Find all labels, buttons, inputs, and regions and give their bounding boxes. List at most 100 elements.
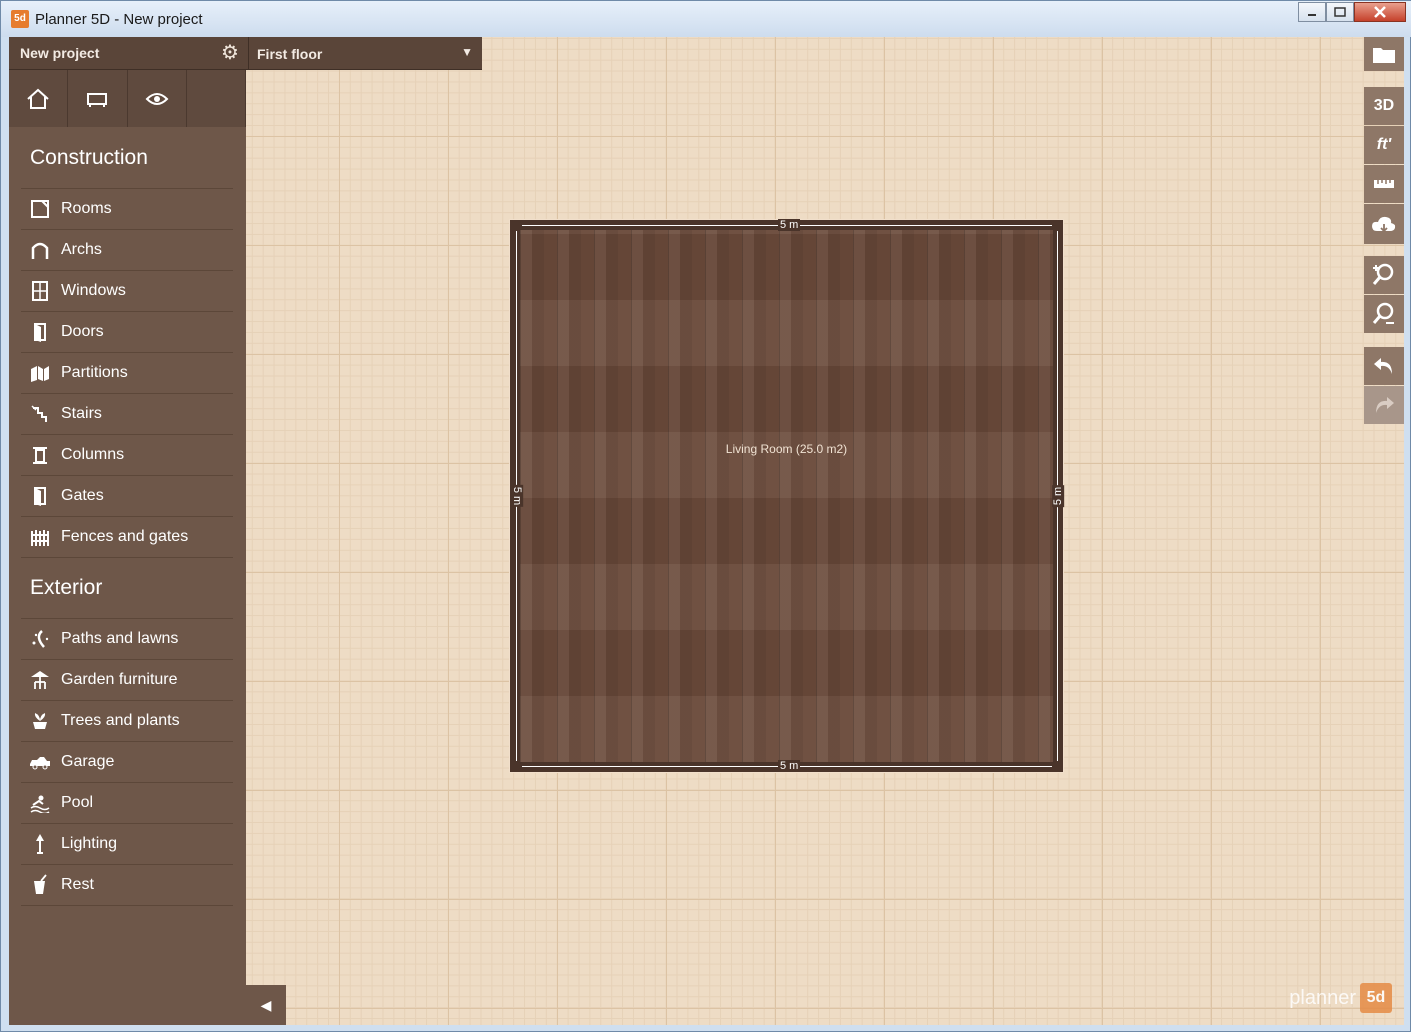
menu-item-lighting[interactable]: Lighting (21, 824, 233, 865)
ruler-button[interactable] (1364, 165, 1404, 203)
units-toggle-button[interactable]: ft' (1364, 126, 1404, 164)
exterior-title: Exterior (30, 576, 103, 599)
logo-text: planner (1289, 986, 1356, 1009)
gates-icon (29, 485, 51, 507)
menu-label: Rooms (61, 200, 112, 217)
menu-label: Doors (61, 323, 104, 340)
window-title: Planner 5D - New project (35, 11, 203, 28)
eye-icon (145, 92, 169, 105)
swimmer-icon (29, 792, 51, 814)
doors-icon (29, 321, 51, 343)
menu-item-rest[interactable]: Rest (21, 865, 233, 906)
menu-item-windows[interactable]: Windows (21, 271, 233, 312)
fences-icon (29, 526, 51, 548)
window-controls (1298, 2, 1406, 24)
menu-item-archs[interactable]: Archs (21, 230, 233, 271)
project-name[interactable]: New project (20, 45, 99, 61)
menu-item-stairs[interactable]: Stairs (21, 394, 233, 435)
view-3d-button[interactable]: 3D (1364, 87, 1404, 125)
menu-label: Lighting (61, 835, 118, 852)
partitions-icon (29, 362, 51, 384)
close-button[interactable] (1354, 2, 1406, 22)
mode-bar (9, 70, 246, 127)
menu-item-partitions[interactable]: Partitions (21, 353, 233, 394)
minimize-icon (1308, 14, 1316, 16)
dimension-right: 5 m (1052, 484, 1065, 508)
undo-button[interactable] (1364, 347, 1404, 385)
app-icon: 5d (11, 10, 29, 28)
empty-mode-slot (187, 70, 246, 127)
sofa-icon (87, 92, 108, 107)
menu-label: Fences and gates (61, 528, 189, 545)
minimize-button[interactable] (1298, 2, 1326, 22)
close-icon (1374, 6, 1386, 18)
menu-label: Rest (61, 876, 94, 893)
redo-icon (1376, 397, 1394, 413)
floor-dropdown[interactable]: First floor ▼ (248, 37, 483, 69)
open-project-button[interactable] (1364, 37, 1404, 71)
zoom-out-button[interactable] (1364, 295, 1404, 333)
stairs-icon (29, 403, 51, 425)
dimension-top: 5 m (778, 219, 801, 231)
menu-item-fences[interactable]: Fences and gates (21, 517, 233, 558)
planner5d-logo: planner 5d (1289, 983, 1392, 1013)
furniture-mode-button[interactable] (68, 70, 128, 127)
menu-item-doors[interactable]: Doors (21, 312, 233, 353)
menu-label: Pool (61, 794, 94, 811)
menu-label: Archs (61, 241, 102, 258)
garden-furniture-icon (29, 669, 51, 691)
cloud-save-button[interactable] (1364, 204, 1404, 244)
menu-item-garage[interactable]: Garage (21, 742, 233, 783)
redo-button[interactable] (1364, 386, 1404, 424)
maximize-icon (1334, 7, 1346, 17)
windows-icon (29, 280, 51, 302)
gear-icon[interactable]: ⚙ (219, 42, 241, 64)
paths-icon (29, 628, 51, 650)
floor-dropdown-label: First floor (257, 46, 323, 62)
menu-label: Partitions (61, 364, 128, 381)
dimension-bottom: 5 m (778, 760, 801, 772)
dimension-left: 5 m (511, 484, 524, 508)
project-header: New project ⚙ First floor ▼ (9, 37, 482, 70)
menu-item-columns[interactable]: Columns (21, 435, 233, 476)
menu-label: Garage (61, 753, 115, 770)
menu-item-paths[interactable]: Paths and lawns (21, 619, 233, 660)
menu-item-rooms[interactable]: Rooms (21, 189, 233, 230)
lamp-icon (29, 833, 51, 855)
undo-icon (1374, 358, 1392, 374)
menu-label: Gates (61, 487, 104, 504)
menu-label: Garden furniture (61, 671, 178, 688)
home-mode-button[interactable] (9, 70, 69, 127)
archs-icon (29, 239, 51, 261)
drink-icon (29, 874, 51, 896)
zoom-in-icon (1372, 263, 1394, 285)
menu-item-pool[interactable]: Pool (21, 783, 233, 824)
cloud-icon (1372, 216, 1396, 233)
exterior-menu: Paths and lawns Garden furniture Trees a… (21, 618, 233, 906)
arrow-left-icon: ◀ (260, 996, 272, 1013)
zoom-out-icon (1372, 302, 1394, 324)
plan-canvas[interactable]: Living Room (25.0 m2) 5 m 5 m 5 m 5 m pl… (246, 37, 1404, 1025)
construction-menu: Rooms Archs Windows Doors Partitions Sta… (21, 188, 233, 558)
room-living-room[interactable]: Living Room (25.0 m2) (510, 220, 1063, 772)
menu-item-trees[interactable]: Trees and plants (21, 701, 233, 742)
menu-label: Paths and lawns (61, 630, 179, 647)
car-icon (29, 751, 51, 773)
menu-item-gates[interactable]: Gates (21, 476, 233, 517)
view-mode-button[interactable] (128, 70, 187, 127)
construction-title: Construction (30, 146, 148, 169)
chevron-down-icon: ▼ (461, 45, 473, 59)
collapse-sidebar-button[interactable]: ◀ (246, 985, 286, 1025)
plants-icon (29, 710, 51, 732)
home-icon (27, 88, 49, 109)
ruler-icon (1374, 180, 1394, 188)
menu-item-garden-furniture[interactable]: Garden furniture (21, 660, 233, 701)
menu-label: Trees and plants (61, 712, 180, 729)
maximize-button[interactable] (1326, 2, 1354, 22)
folder-icon (1373, 48, 1395, 63)
logo-box: 5d (1360, 983, 1392, 1013)
menu-label: Windows (61, 282, 126, 299)
columns-icon (29, 444, 51, 466)
title-bar: 5d Planner 5D - New project (1, 1, 1411, 37)
zoom-in-button[interactable] (1364, 256, 1404, 294)
